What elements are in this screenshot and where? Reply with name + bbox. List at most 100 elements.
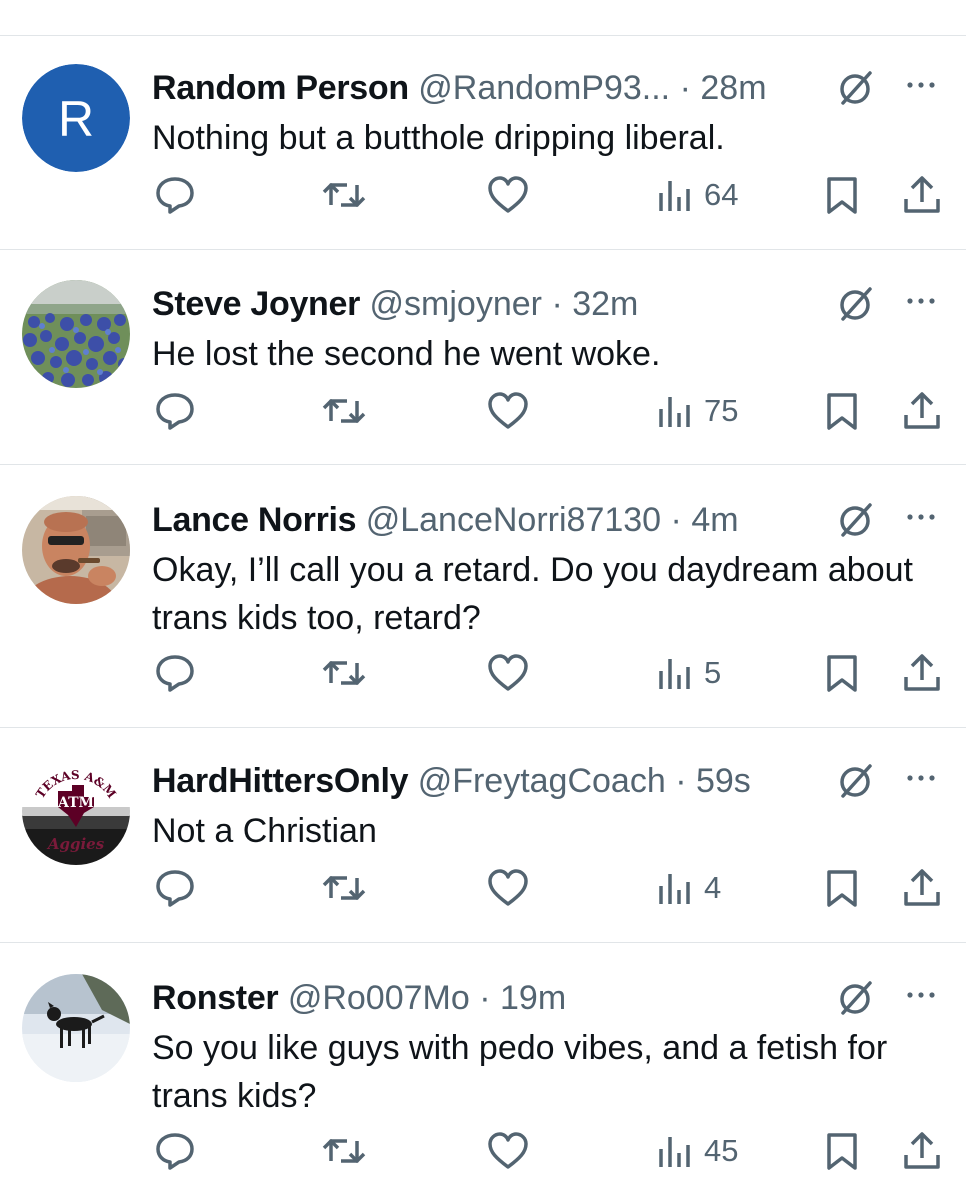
avatar[interactable]: [22, 496, 130, 604]
ellipsis-icon[interactable]: [900, 978, 944, 1012]
display-name[interactable]: HardHittersOnly: [152, 762, 409, 800]
like-button[interactable]: [486, 1126, 530, 1176]
speech-bubble-icon: [156, 177, 194, 214]
display-name[interactable]: Ronster: [152, 979, 279, 1017]
avatar[interactable]: [22, 974, 130, 1082]
separator-dot: ·: [679, 69, 691, 107]
views-button[interactable]: 45: [656, 1126, 738, 1176]
user-handle[interactable]: @FreytagCoach: [418, 762, 666, 800]
heart-icon: [488, 392, 528, 429]
divider: [0, 727, 966, 728]
speech-bubble-icon: [156, 393, 194, 430]
retweet-button[interactable]: [320, 170, 368, 220]
slashed-circle-icon[interactable]: [834, 759, 878, 803]
slashed-circle-icon[interactable]: [834, 976, 878, 1020]
views-button[interactable]: 5: [656, 648, 721, 698]
like-button[interactable]: [486, 648, 530, 698]
views-button[interactable]: 64: [656, 170, 738, 220]
divider: [0, 35, 966, 36]
views-button[interactable]: 75: [656, 386, 738, 436]
like-button[interactable]: [486, 863, 530, 913]
separator-dot: ·: [479, 979, 491, 1017]
views-button[interactable]: 4: [656, 863, 721, 913]
bookmark-icon: [827, 393, 857, 430]
bookmark-button[interactable]: [822, 386, 862, 436]
reply-button[interactable]: [153, 863, 197, 913]
share-upload-icon: [904, 392, 940, 429]
views-count: 5: [704, 655, 722, 690]
bar-chart-icon: [659, 181, 690, 211]
display-name[interactable]: Random Person: [152, 69, 409, 107]
action-bar: 45: [0, 1126, 966, 1176]
separator-dot: ·: [670, 501, 682, 539]
timestamp[interactable]: 59s: [696, 762, 751, 800]
share-button[interactable]: [900, 386, 944, 436]
retweet-arrows-icon: [322, 399, 366, 423]
retweet-button[interactable]: [320, 863, 368, 913]
bluebonnets-photo: [22, 280, 130, 388]
slashed-circle-icon[interactable]: [834, 282, 878, 326]
avatar[interactable]: R: [22, 64, 130, 172]
share-upload-icon: [904, 869, 940, 906]
retweet-button[interactable]: [320, 386, 368, 436]
views-count: 4: [704, 870, 722, 905]
reply-button[interactable]: [153, 170, 197, 220]
avatar[interactable]: TEXAS A&M ATM Aggies: [22, 757, 130, 865]
ellipsis-icon[interactable]: [900, 500, 944, 534]
texas-am-logo: TEXAS A&M ATM Aggies: [22, 757, 130, 865]
bookmark-button[interactable]: [822, 648, 862, 698]
heart-icon: [488, 654, 528, 691]
tweet-text: Okay, I’ll call you a retard. Do you day…: [152, 551, 913, 637]
bookmark-button[interactable]: [822, 1126, 862, 1176]
ellipsis-icon[interactable]: [900, 68, 944, 102]
heart-icon: [488, 869, 528, 906]
like-button[interactable]: [486, 170, 530, 220]
timestamp[interactable]: 32m: [572, 285, 638, 323]
speech-bubble-icon: [156, 1133, 194, 1170]
share-button[interactable]: [900, 863, 944, 913]
speech-bubble-icon: [156, 870, 194, 907]
slashed-circle-icon[interactable]: [834, 66, 878, 110]
user-handle[interactable]: @RandomP93...: [418, 69, 670, 107]
user-handle[interactable]: @LanceNorri87130: [366, 501, 661, 539]
slashed-circle-icon[interactable]: [834, 498, 878, 542]
share-upload-icon: [904, 176, 940, 213]
views-count: 75: [704, 393, 739, 428]
bookmark-button[interactable]: [822, 863, 862, 913]
speech-bubble-icon: [156, 655, 194, 692]
retweet-button[interactable]: [320, 1126, 368, 1176]
tweet-text: He lost the second he went woke.: [152, 335, 661, 373]
share-upload-icon: [904, 1132, 940, 1169]
heart-icon: [488, 1132, 528, 1169]
bookmark-button[interactable]: [822, 170, 862, 220]
timestamp[interactable]: 4m: [691, 501, 738, 539]
reply-button[interactable]: [153, 386, 197, 436]
man-sunglasses-photo: [22, 496, 130, 604]
share-button[interactable]: [900, 1126, 944, 1176]
share-upload-icon: [904, 654, 940, 691]
retweet-arrows-icon: [322, 1139, 366, 1163]
like-button[interactable]: [486, 386, 530, 436]
retweet-arrows-icon: [322, 876, 366, 900]
bar-chart-icon: [659, 874, 690, 904]
ellipsis-icon[interactable]: [900, 284, 944, 318]
avatar[interactable]: [22, 280, 130, 388]
share-button[interactable]: [900, 170, 944, 220]
reply-button[interactable]: [153, 648, 197, 698]
divider: [0, 249, 966, 250]
display-name[interactable]: Steve Joyner: [152, 285, 360, 323]
ellipsis-icon[interactable]: [900, 761, 944, 795]
retweet-button[interactable]: [320, 648, 368, 698]
action-bar: 64: [0, 170, 966, 220]
bookmark-icon: [827, 177, 857, 214]
retweet-arrows-icon: [322, 661, 366, 685]
timestamp[interactable]: 19m: [500, 979, 566, 1017]
share-button[interactable]: [900, 648, 944, 698]
user-handle[interactable]: @Ro007Mo: [288, 979, 470, 1017]
user-handle[interactable]: @smjoyner: [370, 285, 542, 323]
reply-button[interactable]: [153, 1126, 197, 1176]
views-count: 45: [704, 1133, 739, 1168]
action-bar: 4: [0, 863, 966, 913]
timestamp[interactable]: 28m: [700, 69, 766, 107]
display-name[interactable]: Lance Norris: [152, 501, 357, 539]
